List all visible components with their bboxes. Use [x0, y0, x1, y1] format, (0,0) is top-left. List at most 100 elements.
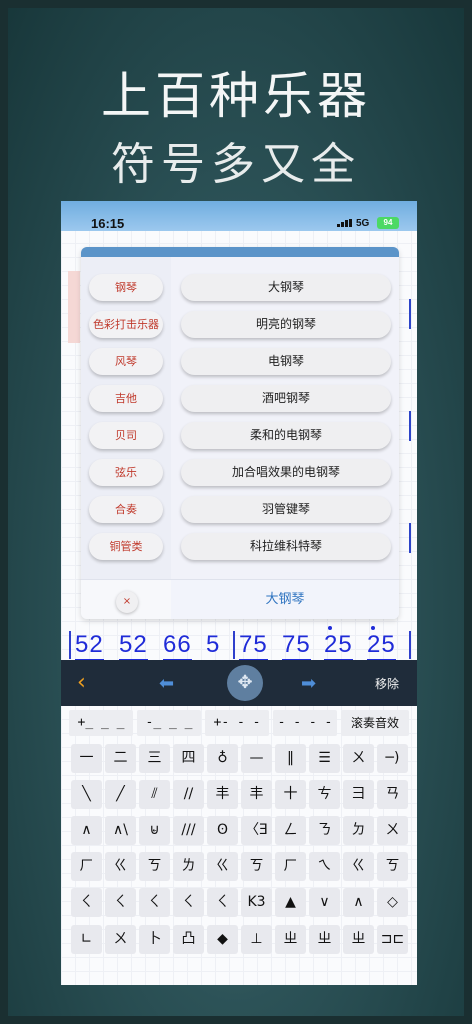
- signal-icon: [337, 219, 352, 227]
- symbol-key[interactable]: ㄎ: [139, 852, 170, 881]
- category-strings[interactable]: 弦乐: [89, 459, 163, 486]
- symbol-key[interactable]: K3: [241, 888, 272, 917]
- arrow-left-icon[interactable]: ⬅: [159, 673, 174, 694]
- symbol-key[interactable]: 一: [71, 744, 102, 773]
- symbol-key[interactable]: ∧\: [105, 816, 136, 845]
- symbol-key[interactable]: ‖: [275, 744, 306, 773]
- symbol-key[interactable]: ∧: [343, 888, 374, 917]
- symbol-key[interactable]: ☰: [309, 744, 340, 773]
- symbol-key[interactable]: ㄌ: [173, 852, 204, 881]
- note-group[interactable]: 5: [206, 631, 220, 661]
- symbol-key[interactable]: ㄨ: [343, 744, 374, 773]
- note-group[interactable]: 52: [75, 631, 104, 661]
- symbol-key[interactable]: 二: [105, 744, 136, 773]
- note-group[interactable]: 75: [239, 631, 268, 661]
- hero-title: 上百种乐器: [101, 67, 371, 125]
- symbol-key[interactable]: ∟: [71, 925, 102, 954]
- symbol-key[interactable]: ♁: [207, 744, 238, 773]
- instrument-item[interactable]: 羽管键琴: [181, 496, 391, 523]
- symbol-key[interactable]: ─): [377, 744, 408, 773]
- arrow-right-icon[interactable]: ➡: [301, 673, 316, 694]
- symbol-key[interactable]: ㄍ: [207, 852, 238, 881]
- category-brass[interactable]: 铜管类: [89, 533, 163, 560]
- phone-screen: 16:15 5G 94 钢琴 色彩打击乐器 风琴 吉他 贝司 弦乐 合奏 铜管类…: [61, 201, 417, 985]
- selected-instrument[interactable]: 大钢琴: [171, 580, 399, 619]
- symbol-key[interactable]: +- - -: [205, 710, 269, 736]
- symbol-key[interactable]: ///: [173, 816, 204, 845]
- category-bass[interactable]: 贝司: [89, 422, 163, 449]
- symbol-key[interactable]: ㄏ: [275, 852, 306, 881]
- instrument-item[interactable]: 科拉维科特琴: [181, 533, 391, 560]
- symbol-key[interactable]: ㄨ: [377, 816, 408, 845]
- symbol-key[interactable]: 三: [139, 744, 170, 773]
- symbol-key[interactable]: 丰: [241, 780, 272, 809]
- note-group[interactable]: 25: [324, 631, 353, 661]
- symbol-key[interactable]: ⊥: [241, 925, 272, 954]
- category-ensemble[interactable]: 合奏: [89, 496, 163, 523]
- symbol-key[interactable]: ⊌: [139, 816, 170, 845]
- symbol-key[interactable]: ▲: [275, 888, 306, 917]
- symbol-key[interactable]: ㄋ: [309, 816, 340, 845]
- symbol-key[interactable]: ㄟ: [309, 852, 340, 881]
- instrument-item[interactable]: 电钢琴: [181, 348, 391, 375]
- symbol-key[interactable]: - - - -: [273, 710, 337, 736]
- symbol-key[interactable]: ㄍ: [343, 852, 374, 881]
- move-icon[interactable]: ✥: [227, 665, 263, 701]
- symbol-key[interactable]: ㄑ: [207, 888, 238, 917]
- symbol-key[interactable]: +_ _ _: [69, 710, 133, 736]
- symbol-key[interactable]: 四: [173, 744, 204, 773]
- symbol-key[interactable]: 〈Ǝ: [241, 816, 272, 845]
- symbol-key[interactable]: ㄑ: [105, 888, 136, 917]
- note-group[interactable]: 66: [163, 631, 192, 661]
- symbol-key[interactable]: ㄑ: [173, 888, 204, 917]
- symbol-key[interactable]: ◆: [207, 925, 238, 954]
- symbol-key[interactable]: ㄏ: [71, 852, 102, 881]
- symbol-key[interactable]: ╱: [105, 780, 136, 809]
- symbol-key[interactable]: 十: [275, 780, 306, 809]
- instrument-item[interactable]: 大钢琴: [181, 274, 391, 301]
- symbol-key[interactable]: ㄑ: [139, 888, 170, 917]
- symbol-key[interactable]: —: [241, 744, 272, 773]
- instrument-item[interactable]: 酒吧钢琴: [181, 385, 391, 412]
- symbol-key[interactable]: ㄨ: [105, 925, 136, 954]
- category-piano[interactable]: 钢琴: [89, 274, 163, 301]
- symbol-key[interactable]: ㄥ: [275, 816, 306, 845]
- symbol-key[interactable]: ∨: [309, 888, 340, 917]
- instrument-item[interactable]: 柔和的电钢琴: [181, 422, 391, 449]
- category-guitar[interactable]: 吉他: [89, 385, 163, 412]
- symbol-key[interactable]: 卜: [139, 925, 170, 954]
- symbol-key[interactable]: ㄓ: [309, 925, 340, 954]
- symbol-key[interactable]: ◇: [377, 888, 408, 917]
- symbol-key[interactable]: ㄑ: [71, 888, 102, 917]
- back-icon[interactable]: ‹: [77, 670, 86, 695]
- symbol-key[interactable]: ʘ: [207, 816, 238, 845]
- category-chromatic-percussion[interactable]: 色彩打击乐器: [89, 311, 163, 338]
- symbol-key[interactable]: ㄓ: [275, 925, 306, 954]
- symbol-key[interactable]: ㄎ: [241, 852, 272, 881]
- symbol-key[interactable]: 丰: [207, 780, 238, 809]
- symbol-key[interactable]: 凸: [173, 925, 204, 954]
- symbol-key[interactable]: ╲: [71, 780, 102, 809]
- note-group[interactable]: 75: [282, 631, 311, 661]
- roll-effect-key[interactable]: 滚奏音效: [341, 710, 409, 736]
- symbol-key[interactable]: ㄢ: [377, 780, 408, 809]
- symbol-key[interactable]: ㄓ: [343, 925, 374, 954]
- symbol-key[interactable]: ∧: [71, 816, 102, 845]
- symbol-key[interactable]: -_ _ _: [137, 710, 201, 736]
- symbol-key[interactable]: //: [173, 780, 204, 809]
- note-group[interactable]: 52: [119, 631, 148, 661]
- category-organ[interactable]: 风琴: [89, 348, 163, 375]
- symbol-key[interactable]: ⫽: [139, 780, 170, 809]
- symbol-key[interactable]: ⊐⊏: [377, 925, 408, 954]
- close-button[interactable]: ×: [116, 591, 138, 613]
- instrument-item[interactable]: 明亮的钢琴: [181, 311, 391, 338]
- symbol-key[interactable]: ㄍ: [105, 852, 136, 881]
- note-group[interactable]: 25: [367, 631, 396, 661]
- symbol-key[interactable]: ㄘ: [309, 780, 340, 809]
- instrument-item[interactable]: 加合唱效果的电钢琴: [181, 459, 391, 486]
- symbol-key[interactable]: ㄉ: [343, 816, 374, 845]
- symbol-key[interactable]: 彐: [343, 780, 374, 809]
- score-line[interactable]: 52 52 66 5 75 75 25 25: [61, 625, 417, 665]
- remove-button[interactable]: 移除: [375, 675, 399, 692]
- symbol-key[interactable]: ㄎ: [377, 852, 408, 881]
